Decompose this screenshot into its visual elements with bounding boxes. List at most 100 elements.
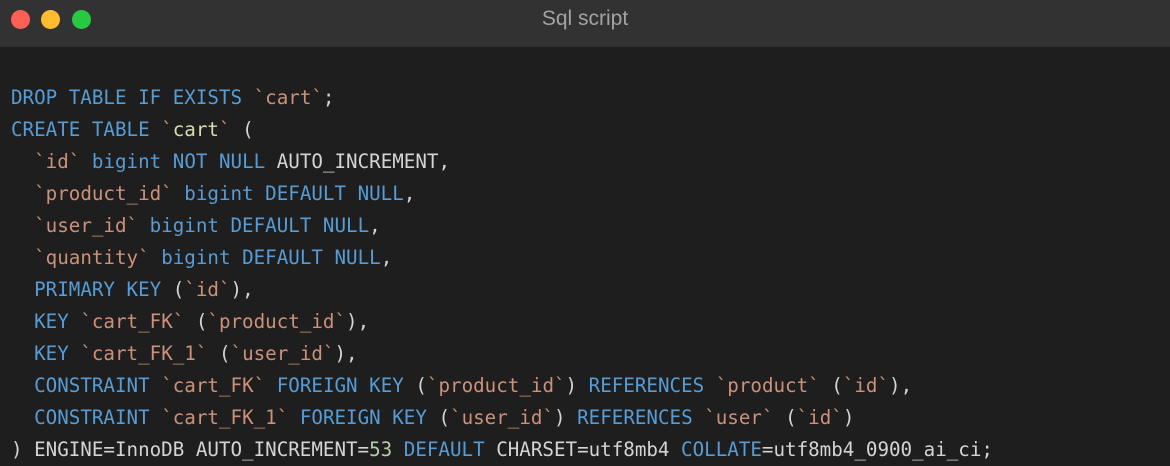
identifier-token: ` [218, 118, 231, 141]
identifier-token: `user` [704, 406, 774, 429]
keyword-token: COLLATE [681, 438, 762, 461]
code-line: CONSTRAINT `cart_FK_1` FOREIGN KEY (`use… [11, 402, 1166, 434]
keyword-token: NOT NULL [172, 150, 266, 173]
keyword-token: bigint DEFAULT NULL [184, 182, 404, 205]
keyword-token: REFERENCES [588, 374, 705, 397]
text-token: ), [230, 278, 254, 301]
identifier-token: `user_id` [450, 406, 554, 429]
identifier-token: `id` [796, 406, 843, 429]
identifier-token: `product_id` [34, 182, 173, 205]
text-token: ( [161, 278, 185, 301]
window-title: Sql script [541, 7, 629, 30]
code-line: CREATE TABLE `cart` ( [11, 114, 1166, 146]
identifier-token: `product` [715, 374, 820, 397]
text-token: ( [773, 406, 797, 429]
keyword-token: CREATE TABLE [11, 118, 150, 141]
code-window: Sql script DROP TABLE IF EXISTS `cart`; C… [0, 0, 1170, 463]
text-token: ) [565, 374, 589, 397]
identifier-token: `cart_FK_1` [161, 406, 289, 429]
keyword-token: DEFAULT [403, 438, 485, 461]
text-token: ( [426, 406, 451, 429]
keyword-token: bigint [91, 150, 162, 173]
identifier-token: `product_id` [207, 310, 347, 333]
table-name-token: cart [172, 118, 219, 141]
code-line: ) ENGINE=InnoDB AUTO_INCREMENT=53 DEFAUL… [11, 434, 1166, 466]
text-token: ) [554, 406, 578, 429]
keyword-token: FOREIGN KEY [276, 374, 404, 397]
text-token: ), [346, 310, 370, 333]
text-token: ; [322, 86, 335, 109]
keyword-token: bigint DEFAULT NULL [161, 246, 381, 269]
identifier-token: `id` [842, 374, 890, 397]
text-token: AUTO_INCREMENT, [265, 150, 451, 173]
identifier-token: `id` [34, 150, 81, 173]
keyword-token: KEY [34, 342, 69, 365]
code-line: KEY `cart_FK` (`product_id`), [11, 306, 1166, 338]
keyword-token: DROP TABLE IF EXISTS [11, 86, 243, 109]
text-token: , [380, 246, 393, 269]
identifier-token: `cart` [253, 86, 323, 109]
text-token: =utf8mb4_0900_ai_ci; [761, 438, 993, 461]
identifier-token: `cart_FK_1` [80, 342, 208, 365]
identifier-token: `product_id` [426, 374, 566, 397]
code-editor[interactable]: DROP TABLE IF EXISTS `cart`; CREATE TABLE… [11, 82, 1166, 463]
code-line: `quantity` bigint DEFAULT NULL, [11, 242, 1166, 274]
code-line: `product_id` bigint DEFAULT NULL, [11, 178, 1166, 210]
keyword-token: CONSTRAINT [34, 406, 150, 429]
identifier-token: `user_id` [230, 342, 335, 365]
identifier-token: `quantity` [34, 246, 150, 269]
code-line: `user_id` bigint DEFAULT NULL, [11, 210, 1166, 242]
number-token: 53 [369, 438, 393, 461]
keyword-token: REFERENCES [577, 406, 693, 429]
text-token: ) [842, 406, 855, 429]
text-token: ( [230, 118, 254, 141]
keyword-token: CONSTRAINT [34, 374, 150, 397]
text-token: ( [207, 342, 231, 365]
text-token: ), [334, 342, 358, 365]
identifier-token: `id` [184, 278, 231, 301]
code-line: `id` bigint NOT NULL AUTO_INCREMENT, [11, 146, 1166, 178]
text-token: ( [184, 310, 208, 333]
text-token: ) ENGINE=InnoDB AUTO_INCREMENT= [11, 438, 370, 461]
text-token: , [369, 214, 381, 237]
identifier-token: `cart_FK` [161, 374, 266, 397]
code-line: CONSTRAINT `cart_FK` FOREIGN KEY (`produ… [11, 370, 1166, 402]
identifier-token: `cart_FK` [80, 310, 185, 333]
text-token: , [403, 182, 416, 205]
title-bar: Sql script [0, 0, 1170, 47]
code-line: PRIMARY KEY (`id`), [11, 274, 1166, 306]
text-token: ( [403, 374, 427, 397]
keyword-token: PRIMARY KEY [34, 278, 162, 301]
code-line: DROP TABLE IF EXISTS `cart`; [11, 82, 1166, 114]
identifier-token: `user_id` [34, 214, 139, 237]
text-token: ( [819, 374, 843, 397]
keyword-token: bigint DEFAULT NULL [149, 214, 370, 237]
text-token: CHARSET=utf8mb4 [484, 438, 682, 461]
keyword-token: KEY [34, 310, 69, 333]
